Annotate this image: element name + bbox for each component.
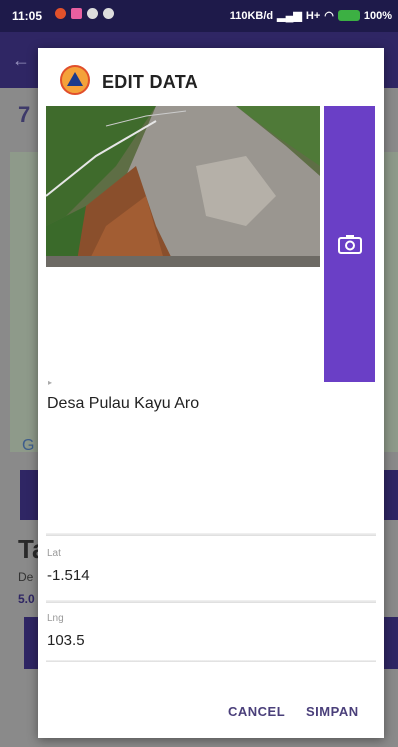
lng-label: Lng [47, 613, 64, 624]
carrier: H+ [305, 9, 321, 22]
camera-button[interactable] [324, 106, 375, 382]
divider [46, 600, 376, 603]
background-letter: G [22, 437, 35, 454]
app-logo-icon [60, 65, 90, 95]
back-arrow-icon: ← [12, 50, 30, 70]
lat-input[interactable]: -1.514 [47, 567, 90, 584]
notification-icons [55, 8, 114, 19]
background-number: 7 [18, 102, 31, 127]
dialog-title: EDIT DATA [102, 72, 199, 92]
field-mark: ▸ [48, 378, 53, 387]
status-right: 110KB/d ▂▄▆ H+ ◠ 100% [229, 9, 392, 23]
battery-icon [337, 10, 360, 21]
notification-icon [71, 8, 82, 19]
notification-icon [103, 8, 114, 19]
background-value: 5.0 [18, 592, 35, 606]
cancel-button[interactable]: CANCEL [228, 704, 285, 719]
divider [46, 660, 376, 662]
battery-percent: 100% [363, 9, 392, 22]
description-text[interactable]: Desa Pulau Kayu Aro [47, 395, 199, 413]
save-button[interactable]: SIMPAN [306, 704, 359, 719]
background-desc: De [18, 570, 34, 584]
status-time: 11:05 [12, 9, 43, 23]
notification-icon [55, 8, 66, 19]
network-speed: 110KB/d [229, 9, 274, 22]
lat-label: Lat [47, 548, 61, 559]
edit-data-dialog: EDIT DATA ▸ Desa Pulau Kayu Aro Lat -1.5… [38, 48, 384, 738]
signal-icon: ▂▄▆ [277, 10, 302, 22]
divider [46, 533, 376, 536]
landslide-photo[interactable] [46, 106, 320, 267]
camera-icon [337, 235, 362, 254]
status-bar: 11:05 110KB/d ▂▄▆ H+ ◠ 100% [0, 0, 398, 32]
notification-icon [87, 8, 98, 19]
lng-input[interactable]: 103.5 [47, 632, 85, 649]
landslide-image [46, 106, 320, 267]
wifi-icon: ◠ [324, 10, 334, 22]
